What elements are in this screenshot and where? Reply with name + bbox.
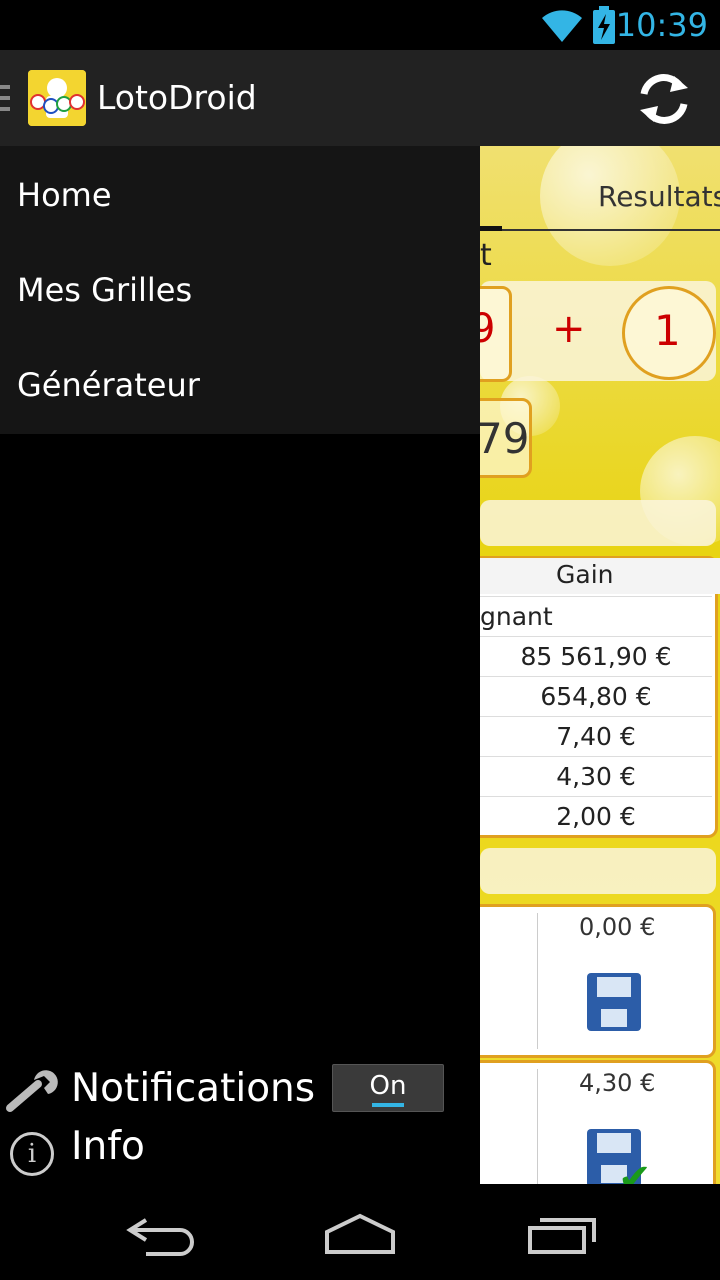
ball-number: 9 bbox=[480, 306, 496, 352]
gain-row: 4,30 € bbox=[480, 756, 712, 796]
battery-charging-icon bbox=[593, 6, 615, 44]
notifications-label: Notifications bbox=[71, 1066, 316, 1111]
save-icon[interactable] bbox=[587, 973, 641, 1031]
status-bar: 10:39 bbox=[0, 0, 720, 50]
app-title: LotoDroid bbox=[97, 78, 257, 117]
info-icon: i bbox=[10, 1132, 54, 1176]
recent-apps-icon[interactable] bbox=[518, 1204, 608, 1264]
wifi-icon bbox=[542, 10, 582, 42]
draw-number: 79 bbox=[480, 414, 530, 463]
gain-row: 654,80 € bbox=[480, 676, 712, 716]
tab-resultats[interactable]: Resultats bbox=[598, 180, 720, 213]
drawer-item-mes-grilles[interactable]: Mes Grilles bbox=[0, 243, 480, 338]
grid-amount: 0,00 € bbox=[579, 913, 656, 941]
tab-divider bbox=[502, 229, 720, 231]
section-heading: t bbox=[480, 238, 492, 273]
gain-column-header: Gain bbox=[556, 560, 614, 589]
check-icon: ✔ bbox=[618, 1156, 652, 1184]
navigation-drawer: Home Mes Grilles Générateur Notification… bbox=[0, 146, 480, 1184]
drawer-menu: Home Mes Grilles Générateur bbox=[0, 146, 480, 434]
status-time: 10:39 bbox=[615, 6, 708, 44]
drawer-item-label: Home bbox=[17, 176, 112, 214]
main-content: Resultats t 9 + 1 79 Gain gnant 85 561,9… bbox=[480, 146, 720, 1184]
toggle-state: On bbox=[369, 1071, 407, 1101]
wrench-icon bbox=[6, 1070, 58, 1112]
plus-sign: + bbox=[552, 306, 586, 352]
action-bar: LotoDroid bbox=[0, 50, 720, 148]
drawer-indicator-icon[interactable] bbox=[0, 85, 10, 118]
gain-row: 85 561,90 € bbox=[480, 636, 712, 676]
drawer-item-label: Générateur bbox=[17, 366, 200, 404]
gain-row: 2,00 € bbox=[480, 796, 712, 836]
gain-row: 7,40 € bbox=[480, 716, 712, 756]
refresh-icon[interactable] bbox=[630, 68, 698, 130]
grid-card[interactable]: 0,00 € bbox=[480, 904, 716, 1058]
app-icon[interactable] bbox=[28, 70, 86, 126]
info-row[interactable]: i Info bbox=[0, 1124, 480, 1184]
toggle-indicator bbox=[372, 1103, 404, 1107]
chance-number: 1 bbox=[654, 306, 681, 355]
notifications-toggle[interactable]: On bbox=[332, 1064, 444, 1112]
back-icon[interactable] bbox=[116, 1204, 206, 1264]
home-icon[interactable] bbox=[315, 1204, 405, 1264]
grid-card[interactable]: 4,30 € bbox=[480, 1060, 716, 1184]
drawer-item-generateur[interactable]: Générateur bbox=[0, 338, 480, 433]
grid-amount: 4,30 € bbox=[579, 1069, 656, 1097]
navigation-bar bbox=[0, 1184, 720, 1280]
info-label: Info bbox=[71, 1124, 145, 1169]
drawer-item-label: Mes Grilles bbox=[17, 271, 193, 309]
drawer-item-home[interactable]: Home bbox=[0, 148, 480, 243]
section-bar bbox=[480, 848, 716, 894]
tab-indicator bbox=[480, 226, 502, 231]
notifications-row: Notifications On bbox=[0, 1056, 480, 1126]
section-bar bbox=[480, 500, 716, 546]
gain-row: gnant bbox=[480, 596, 712, 636]
